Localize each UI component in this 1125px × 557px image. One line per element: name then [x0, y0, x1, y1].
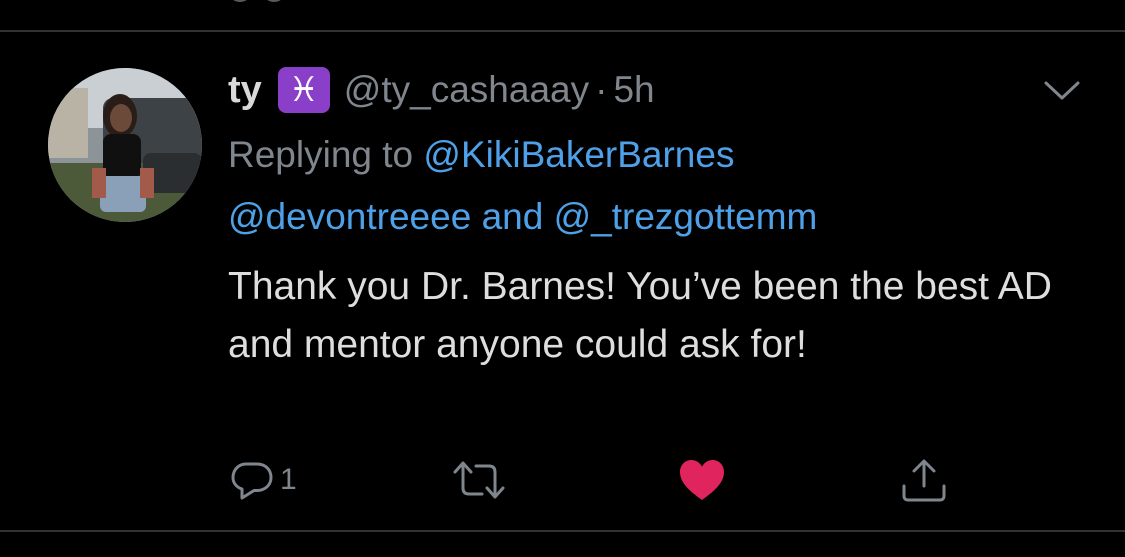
retweet-icon	[453, 461, 505, 499]
replying-to: Replying to @KikiBakerBarnes @devontreee…	[228, 124, 1088, 248]
share-button[interactable]	[900, 452, 948, 508]
display-name[interactable]: ty	[228, 69, 262, 112]
mention-link[interactable]: @KikiBakerBarnes	[423, 134, 734, 175]
mention-join[interactable]: and	[482, 196, 544, 237]
like-button[interactable]	[678, 452, 726, 508]
previous-tweet-fragment	[228, 0, 428, 4]
previous-tweet-icon	[228, 0, 252, 2]
replying-prefix: Replying to	[228, 134, 414, 175]
mention-link[interactable]: @_trezgottemm	[554, 196, 818, 237]
heart-icon	[680, 460, 724, 500]
pisces-icon: ♓	[277, 67, 330, 113]
mention-link[interactable]: @devontreeee	[228, 196, 471, 237]
separator-dot: ·	[595, 69, 608, 110]
tweet-text: Thank you Dr. Barnes! You’ve been the be…	[228, 265, 1052, 366]
reply-bubble-icon	[231, 462, 273, 500]
avatar-image	[48, 68, 202, 222]
reply-button[interactable]: 1	[230, 452, 297, 508]
divider	[0, 30, 1125, 32]
tweet-header: ty ♓ @ty_cashaaay · 5h	[228, 64, 655, 116]
reply-count: 1	[280, 463, 297, 496]
retweet-button[interactable]	[452, 452, 506, 508]
timestamp[interactable]: 5h	[613, 69, 654, 111]
divider	[0, 530, 1125, 532]
previous-tweet-icon	[262, 0, 286, 2]
avatar[interactable]	[48, 68, 202, 222]
share-icon	[902, 459, 946, 502]
user-handle[interactable]: @ty_cashaaay	[344, 69, 589, 111]
chevron-down-icon[interactable]	[1042, 78, 1082, 104]
